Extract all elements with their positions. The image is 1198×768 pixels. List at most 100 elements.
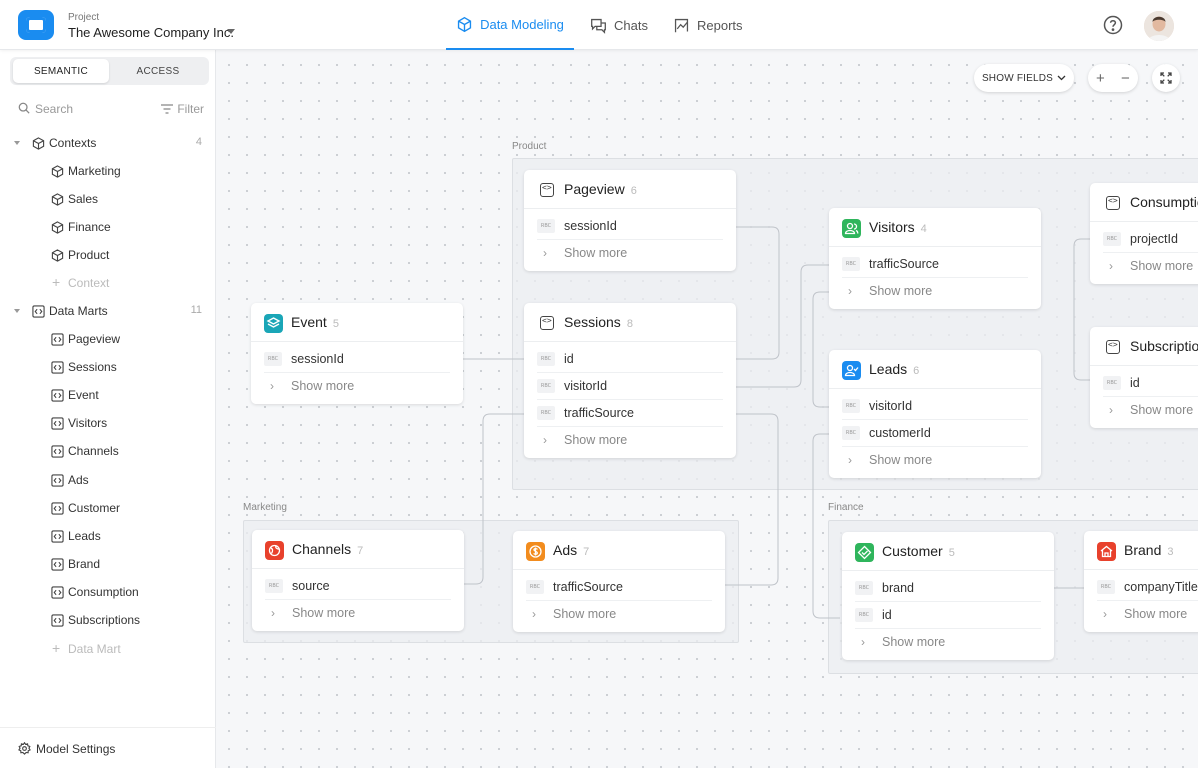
chat-icon — [591, 18, 606, 34]
field-row[interactable]: RBC id — [537, 346, 723, 373]
card-leads[interactable]: Leads 6 RBC visitorId RBC customerId › Show … — [829, 350, 1041, 478]
field-name: id — [882, 608, 892, 622]
show-more-button[interactable]: › Show more — [537, 427, 723, 454]
sidebar-item-channels[interactable]: Channels — [0, 440, 216, 462]
add-context-label: Context — [68, 276, 110, 290]
card-title: Event 5 — [291, 314, 339, 330]
show-more-button[interactable]: › Show more — [265, 600, 451, 627]
sidebar-item-consumption[interactable]: Consumption — [0, 581, 216, 603]
sidebar-item-visitors[interactable]: Visitors — [0, 412, 216, 434]
field-row[interactable]: RBC trafficSource — [537, 400, 723, 427]
project-selector[interactable]: The Awesome Company Inc. — [68, 25, 234, 40]
card-sessions[interactable]: Sessions8 RBC id RBC visitorId RBC trafficS… — [524, 303, 736, 458]
sidebar-item-leads[interactable]: Leads — [0, 525, 216, 547]
tab-chats[interactable]: Chats — [590, 0, 648, 50]
sidebar-item-label: Channels — [68, 444, 119, 459]
avatar[interactable] — [1144, 11, 1174, 41]
field-row[interactable]: RBC source — [265, 573, 451, 600]
field-row[interactable]: RBC sessionId — [537, 213, 723, 240]
show-fields-dropdown[interactable]: SHOW FIELDS — [974, 64, 1074, 92]
show-more-button[interactable]: › Show more — [855, 629, 1041, 656]
field-row[interactable]: RBC brand — [855, 575, 1041, 602]
add-context-button[interactable]: + Context — [0, 272, 216, 294]
show-more-button[interactable]: › Show more — [842, 278, 1028, 305]
tree-group-contexts[interactable]: Contexts 4 — [0, 132, 216, 154]
sidebar-item-customer[interactable]: Customer — [0, 497, 216, 519]
segment-access[interactable]: ACCESS — [110, 59, 206, 83]
field-row[interactable]: RBC trafficSource — [842, 251, 1028, 278]
field-row[interactable]: RBC customerId — [842, 420, 1028, 447]
search-input[interactable]: Search Filter — [18, 100, 204, 118]
field-row[interactable]: RBC trafficSource — [526, 574, 712, 601]
show-more-button[interactable]: › Show more — [1097, 601, 1198, 628]
users-icon — [842, 219, 861, 238]
show-more-button[interactable]: › Show more — [1103, 397, 1198, 424]
model-settings-label: Model Settings — [36, 742, 116, 756]
field-row[interactable]: RBC id — [855, 602, 1041, 629]
card-subscriptions[interactable]: Subscriptions RBC id › Show more — [1090, 327, 1198, 428]
sidebar-item-sessions[interactable]: Sessions — [0, 356, 216, 378]
card-channels[interactable]: Channels 7 RBC source › Show more — [252, 530, 464, 631]
show-more-button[interactable]: › Show more — [842, 447, 1028, 474]
card-header: Visitors 4 — [829, 208, 1041, 247]
sidebar-item-ads[interactable]: Ads — [0, 469, 216, 491]
card-brand[interactable]: Brand 3 RBC companyTitle › Show more — [1084, 531, 1198, 632]
sidebar-item-label: Product — [68, 248, 110, 262]
data-mart-icon — [51, 501, 64, 515]
fullscreen-button[interactable] — [1152, 64, 1180, 92]
filter-button[interactable]: Filter — [161, 102, 204, 116]
model-canvas[interactable]: Product Marketing Finance Pageview6 RBCs… — [216, 50, 1198, 768]
app-logo[interactable] — [18, 10, 54, 40]
sidebar-item-brand[interactable]: Brand — [0, 553, 216, 575]
card-pageview[interactable]: Pageview6 RBC sessionId › Show more — [524, 170, 736, 271]
zoom-out-button[interactable]: − — [1121, 70, 1130, 87]
chevron-down-icon[interactable] — [227, 29, 235, 34]
chevron-down-icon[interactable] — [14, 141, 20, 145]
card-customer[interactable]: Customer 5 RBC brand RBC id › Show more — [842, 532, 1054, 660]
tree-group-label: Data Marts — [49, 304, 108, 318]
tab-data-modeling[interactable]: Data Modeling — [446, 0, 574, 50]
field-row[interactable]: RBC visitorId — [537, 373, 723, 400]
card-event[interactable]: Event 5 RBC sessionId › Show more — [251, 303, 463, 404]
data-mart-icon — [1106, 340, 1120, 354]
sidebar-item-finance[interactable]: Finance — [0, 216, 216, 238]
zoom-in-button[interactable]: + — [1096, 70, 1105, 87]
model-settings-button[interactable]: Model Settings — [0, 727, 216, 768]
show-more-button[interactable]: › Show more — [1103, 253, 1198, 280]
tree-group-data-marts[interactable]: Data Marts 11 — [0, 300, 216, 322]
tab-reports[interactable]: Reports — [673, 0, 743, 50]
card-consumption[interactable]: Consumption RBC projectId › Show more — [1090, 183, 1198, 284]
string-type-icon: RBC — [1097, 580, 1115, 594]
sidebar-item-label: Visitors — [68, 416, 108, 431]
sidebar-item-label: Pageview — [68, 332, 121, 346]
segment-semantic[interactable]: SEMANTIC — [13, 59, 109, 83]
chevron-right-icon: › — [848, 453, 852, 467]
chevron-down-icon[interactable] — [14, 309, 20, 313]
sidebar-item-sales[interactable]: Sales — [0, 188, 216, 210]
add-data-mart-label: Data Mart — [68, 642, 121, 656]
show-more-button[interactable]: › Show more — [264, 373, 450, 400]
show-more-button[interactable]: › Show more — [526, 601, 712, 628]
add-data-mart-button[interactable]: + Data Mart — [0, 638, 216, 660]
card-visitors[interactable]: Visitors 4 RBC trafficSource › Show more — [829, 208, 1041, 309]
field-row[interactable]: RBC sessionId — [264, 346, 450, 373]
card-ads[interactable]: Ads 7 RBC trafficSource › Show more — [513, 531, 725, 632]
sidebar-item-subscriptions[interactable]: Subscriptions — [0, 609, 216, 631]
field-row[interactable]: RBC projectId — [1103, 226, 1198, 253]
data-mart-icon — [51, 417, 64, 430]
field-row[interactable]: RBC id — [1103, 370, 1198, 397]
sidebar-item-event[interactable]: Event — [0, 384, 216, 406]
card-title: Channels 7 — [292, 541, 364, 557]
string-type-icon: RBC — [842, 426, 860, 440]
show-more-label: Show more — [1130, 259, 1194, 273]
field-row[interactable]: RBC visitorId — [842, 393, 1028, 420]
sidebar-item-pageview[interactable]: Pageview — [0, 328, 216, 350]
chevron-down-icon — [1057, 75, 1066, 81]
card-title: Ads 7 — [553, 542, 590, 558]
field-row[interactable]: RBC companyTitle — [1097, 574, 1198, 601]
show-more-button[interactable]: › Show more — [537, 240, 723, 267]
sidebar-item-marketing[interactable]: Marketing — [0, 160, 216, 182]
show-more-label: Show more — [553, 607, 617, 621]
sidebar-item-product[interactable]: Product — [0, 244, 216, 266]
help-icon[interactable] — [1103, 15, 1123, 35]
